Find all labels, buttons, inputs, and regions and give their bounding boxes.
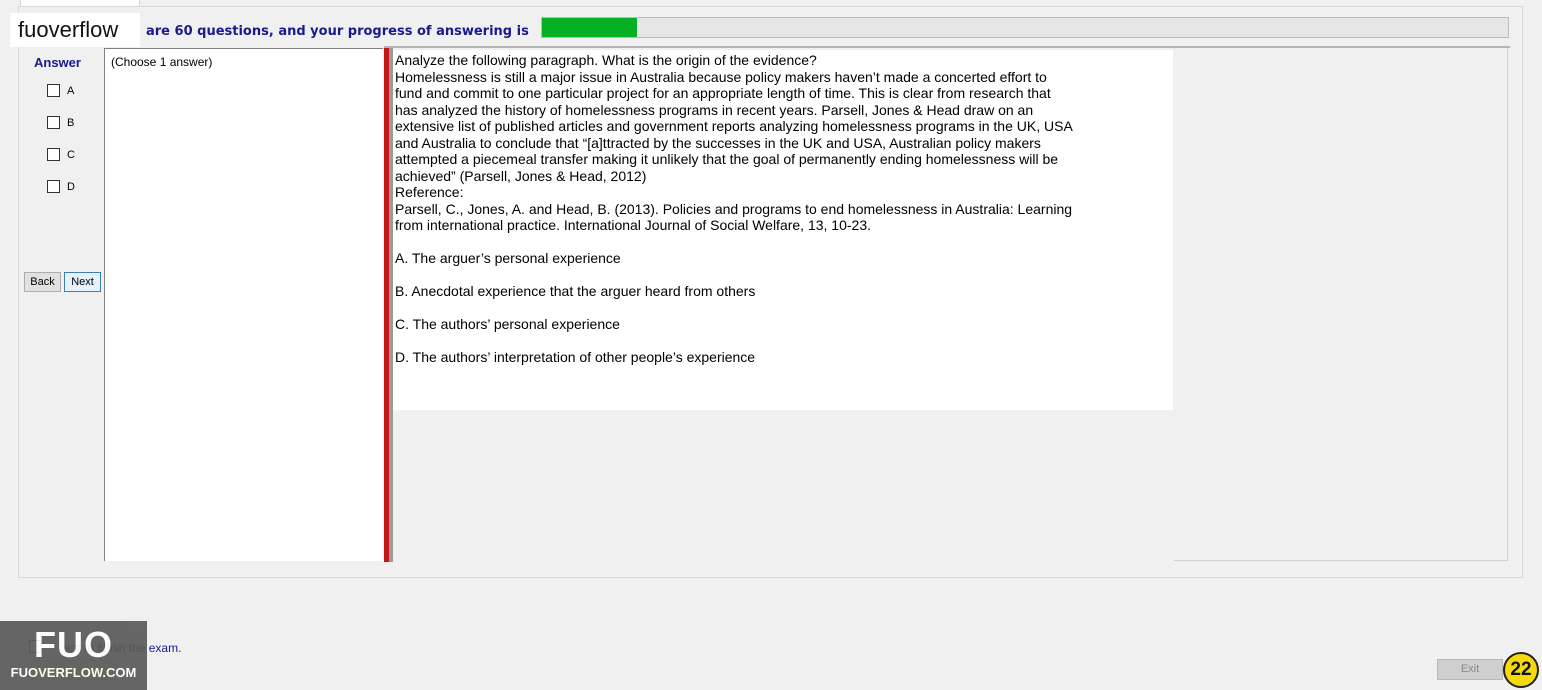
back-button[interactable]: Back [24,272,61,292]
next-button[interactable]: Next [64,272,101,292]
question-line: extensive list of published articles and… [395,118,1073,134]
checkbox-d[interactable] [47,180,60,193]
question-line: Parsell, C., Jones, A. and Head, B. (201… [395,200,1073,217]
question-line: attempted a piecemeal transfer making it… [395,151,1059,167]
answer-option-label: B [67,116,75,129]
checkbox-c[interactable] [47,148,60,161]
progress-text: are 60 questions, and your progress of a… [146,24,529,39]
answer-option-label: D [67,180,75,193]
right-empty-area [1174,48,1508,561]
question-line: Analyze the following paragraph. What is… [395,52,817,68]
question-option: A. The arguer’s personal experience [395,250,621,266]
question-option: D. The authors’ interpretation of other … [395,349,756,365]
answer-option-d[interactable]: D [47,180,75,193]
question-option: B. Anecdotal experience that the arguer … [395,283,756,299]
logo-mark: FUO [34,624,113,665]
question-line: fund and commit to one particular projec… [395,85,1051,101]
logo-url: FUOVERFLOW.COM [10,665,137,680]
question-line: achieved” (Parsell, Jones & Head, 2012) [395,167,647,184]
page-number-badge: 22 [1503,652,1539,688]
question-option: C. The authors’ personal experience [395,316,620,332]
answer-title: Answer [34,55,81,70]
answer-option-label: C [67,148,75,161]
question-line: from international practice. Internation… [395,217,871,233]
watermark-logo: FUO FUOVERFLOW.COM [0,621,147,690]
checkbox-b[interactable] [47,116,60,129]
exit-button[interactable]: Exit [1437,659,1503,680]
brand-label: fuoverflow [10,13,140,47]
choose-panel: (Choose 1 answer) [104,48,383,561]
checkbox-a[interactable] [47,84,60,97]
question-line: Homelessness is still a major issue in A… [395,68,1047,85]
choose-instruction: (Choose 1 answer) [111,55,213,69]
question-line: and Australia to conclude that “[a]ttrac… [395,134,1041,151]
answer-option-b[interactable]: B [47,116,74,129]
answer-option-label: A [67,84,75,97]
answer-option-c[interactable]: C [47,148,75,161]
answer-option-a[interactable]: A [47,84,74,97]
question-line: has analyzed the history of homelessness… [395,101,1034,118]
progress-bar [541,17,1509,38]
question-panel: Analyze the following paragraph. What is… [393,50,1173,410]
progress-fill [542,18,637,37]
question-line: Reference: [395,184,464,200]
